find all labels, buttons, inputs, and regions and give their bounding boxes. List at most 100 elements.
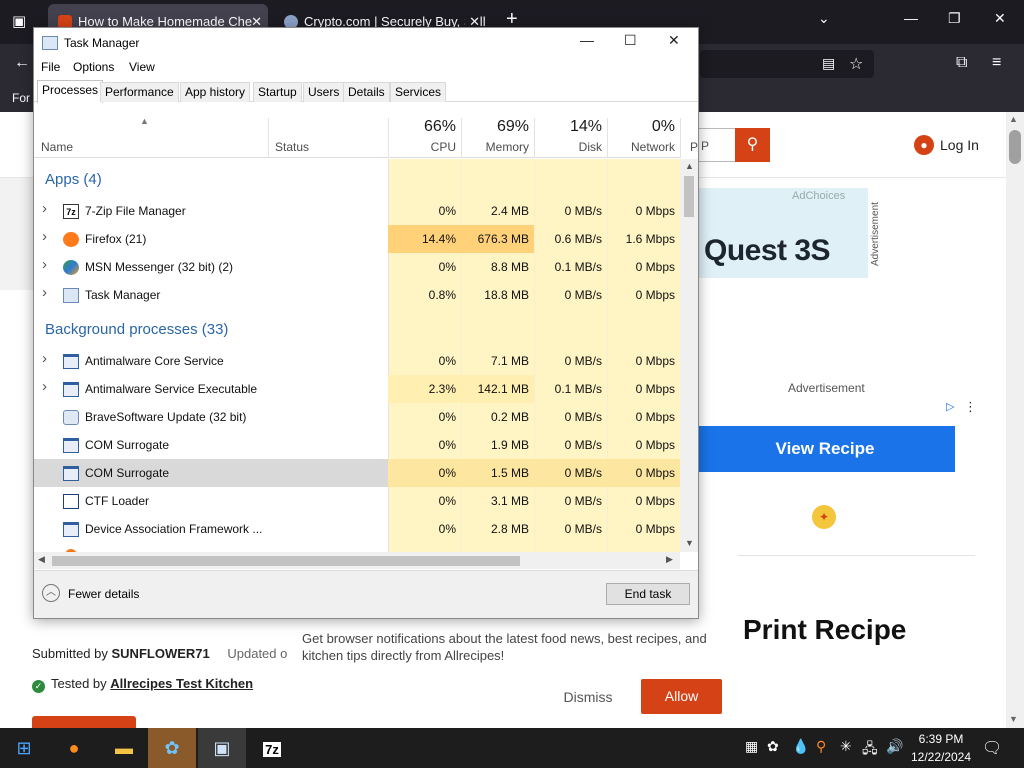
column-disk[interactable]: Disk xyxy=(536,140,602,154)
ad-choices-label[interactable]: AdChoices xyxy=(792,190,845,202)
column-divider[interactable] xyxy=(680,118,681,158)
scroll-down-icon[interactable]: ▼ xyxy=(1009,714,1018,724)
ad-headline[interactable]: Quest 3S xyxy=(704,234,831,268)
more-options-icon[interactable]: ⋮ xyxy=(964,399,977,415)
menu-options[interactable]: Options xyxy=(73,60,114,74)
tab-services[interactable]: Services xyxy=(390,82,447,102)
close-icon[interactable]: ✕ xyxy=(668,32,680,49)
expand-chevron-icon[interactable]: › xyxy=(42,256,47,273)
taskbar-7zip[interactable]: 7z xyxy=(248,728,296,768)
tab-startup[interactable]: Startup xyxy=(253,82,302,102)
url-bar[interactable] xyxy=(700,50,874,78)
hscroll-thumb[interactable] xyxy=(52,556,520,566)
page-scrollbar[interactable] xyxy=(1006,112,1024,728)
process-name-cell[interactable]: › Antimalware Service Executable xyxy=(34,375,388,403)
user-account-icon[interactable]: ● xyxy=(914,135,934,155)
menu-file[interactable]: File xyxy=(41,60,60,74)
taskbar-task-manager[interactable]: ▣ xyxy=(198,728,246,768)
column-network[interactable]: Network xyxy=(609,140,675,154)
minimize-icon[interactable]: — xyxy=(580,32,594,48)
reader-view-icon[interactable]: ▤ xyxy=(822,55,835,72)
column-partial[interactable]: P xyxy=(690,140,698,154)
allow-button[interactable]: Allow xyxy=(641,679,722,714)
menu-view[interactable]: View xyxy=(129,60,155,74)
process-name-cell[interactable]: COM Surrogate xyxy=(34,431,388,459)
print-recipe-heading[interactable]: Print Recipe xyxy=(743,614,906,646)
bookmark-star-icon[interactable]: ☆ xyxy=(849,54,863,74)
process-name-cell[interactable]: › Antimalware Core Service xyxy=(34,347,388,375)
process-row[interactable]: BraveSoftware Update (32 bit) 0% 0.2 MB 0 M… xyxy=(34,403,680,431)
restore-icon[interactable]: ❐ xyxy=(948,10,961,27)
site-search-input[interactable]: P xyxy=(698,128,736,162)
process-name-cell[interactable]: Device Association Framework ... xyxy=(34,515,388,543)
bookmark-item[interactable]: For xyxy=(12,91,30,105)
collapse-up-icon[interactable]: ︿ xyxy=(42,584,60,602)
taskbar-file-explorer[interactable]: ▬ xyxy=(100,728,148,768)
column-divider[interactable] xyxy=(268,118,269,158)
column-name[interactable]: Name xyxy=(41,140,73,154)
taskbar-msn-messenger[interactable]: ✿ xyxy=(148,728,196,768)
tab-processes[interactable]: Processes xyxy=(37,80,104,103)
column-divider[interactable] xyxy=(388,118,389,158)
close-window-icon[interactable]: ✕ xyxy=(994,10,1006,27)
notification-center-icon[interactable]: 🗨 xyxy=(982,738,1002,758)
column-divider[interactable] xyxy=(534,118,535,158)
test-kitchen-link[interactable]: Allrecipes Test Kitchen xyxy=(110,676,253,691)
scroll-down-icon[interactable]: ▼ xyxy=(685,538,694,548)
expand-chevron-icon[interactable]: › xyxy=(42,200,47,217)
tray-droplet-icon[interactable]: 💧 xyxy=(792,738,809,755)
tray-search-icon[interactable]: ⚲ xyxy=(816,738,826,755)
log-in-link[interactable]: Log In xyxy=(940,137,979,153)
process-row[interactable]: COM Surrogate 0% 1.9 MB 0 MB/s 0 Mbps xyxy=(34,431,680,459)
tab-details[interactable]: Details xyxy=(343,82,390,102)
process-list-vscroll[interactable] xyxy=(680,159,698,552)
scroll-left-icon[interactable]: ◀ xyxy=(38,554,45,565)
extensions-icon[interactable]: ⧉ xyxy=(956,54,967,72)
orange-button-edge[interactable] xyxy=(32,716,136,728)
process-row[interactable]: COM Surrogate 0% 1.5 MB 0 MB/s 0 Mbps xyxy=(34,459,680,487)
tab-users[interactable]: Users xyxy=(303,82,345,102)
column-memory[interactable]: Memory xyxy=(463,140,529,154)
network-icon[interactable]: 🖧 xyxy=(862,738,878,762)
tab-overflow-icon[interactable]: ⌄ xyxy=(818,10,830,27)
fewer-details-link[interactable]: Fewer details xyxy=(68,587,139,601)
taskbar-time[interactable]: 6:39 PM xyxy=(918,732,964,746)
maximize-icon[interactable]: ☐ xyxy=(624,32,637,49)
process-name-cell[interactable]: › Firefox (21) xyxy=(34,225,388,253)
scroll-up-icon[interactable]: ▲ xyxy=(685,161,694,171)
process-row[interactable]: Device Association Framework ... 0% 2.8 MB… xyxy=(34,515,680,543)
column-cpu[interactable]: CPU xyxy=(390,140,456,154)
process-row[interactable]: › MSN Messenger (32 bit) (2) 0% 8.8 MB 0.1 M… xyxy=(34,253,680,281)
process-row[interactable]: › Firefox (21) 14.4% 676.3 MB 0.6 MB/s 1.6 Mb… xyxy=(34,225,680,253)
back-icon[interactable]: ← xyxy=(14,54,30,72)
tray-messenger-icon[interactable]: ✿ xyxy=(767,738,779,755)
menu-icon[interactable]: ≡ xyxy=(992,54,1001,72)
submitted-user-link[interactable]: SUNFLOWER71 xyxy=(112,646,210,661)
process-name-cell[interactable]: CTF Loader xyxy=(34,487,388,515)
expand-chevron-icon[interactable]: › xyxy=(42,350,47,367)
scroll-up-icon[interactable]: ▲ xyxy=(1009,114,1018,124)
process-row[interactable]: › Antimalware Service Executable 2.3% 142.1… xyxy=(34,375,680,403)
end-task-button[interactable]: End task xyxy=(606,583,690,605)
vscroll-thumb[interactable] xyxy=(684,176,694,217)
process-name-cell[interactable]: › 7z 7-Zip File Manager xyxy=(34,197,388,225)
volume-icon[interactable]: 🔊 xyxy=(886,738,903,755)
column-divider[interactable] xyxy=(607,118,608,158)
process-name-cell[interactable]: COM Surrogate xyxy=(34,459,388,487)
tray-sync-icon[interactable]: ✳ xyxy=(840,738,852,755)
tray-app-icon[interactable]: ▦ xyxy=(745,738,758,755)
tab-performance[interactable]: Performance xyxy=(100,82,179,102)
dismiss-button[interactable]: Dismiss xyxy=(546,680,630,714)
column-divider[interactable] xyxy=(461,118,462,158)
scroll-right-icon[interactable]: ▶ xyxy=(666,554,673,565)
ad-play-icon[interactable]: ▷ xyxy=(946,400,954,413)
tab-list-icon[interactable]: ▣ xyxy=(12,12,26,30)
expand-chevron-icon[interactable]: › xyxy=(42,284,47,301)
page-scroll-thumb[interactable] xyxy=(1009,130,1021,164)
expand-chevron-icon[interactable]: › xyxy=(42,228,47,245)
column-status[interactable]: Status xyxy=(275,140,309,154)
task-manager-titlebar[interactable]: Task Manager — ☐ ✕ xyxy=(34,28,698,58)
minimize-icon[interactable]: — xyxy=(904,10,918,26)
process-row[interactable]: CTF Loader 0% 3.1 MB 0 MB/s 0 Mbps xyxy=(34,487,680,515)
site-search-button[interactable]: ⚲ xyxy=(735,128,770,162)
